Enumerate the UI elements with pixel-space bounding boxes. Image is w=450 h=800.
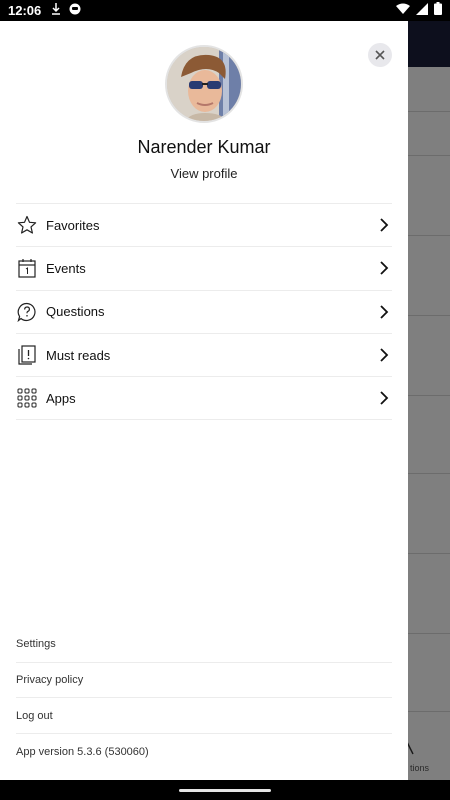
must-read-icon bbox=[17, 345, 37, 365]
profile-name: Narender Kumar bbox=[137, 137, 271, 157]
battery-icon bbox=[434, 1, 442, 20]
download-icon bbox=[51, 2, 61, 20]
chevron-right-icon bbox=[376, 304, 392, 320]
status-time: 12:06 bbox=[8, 3, 42, 18]
star-icon bbox=[17, 215, 37, 235]
menu-item-label: Events bbox=[46, 260, 86, 276]
chevron-right-icon bbox=[376, 390, 392, 406]
settings-link[interactable]: Settings bbox=[16, 627, 392, 663]
wifi-icon bbox=[396, 2, 410, 20]
navigation-drawer: Narender Kumar View profile Favorites Ev… bbox=[0, 21, 408, 780]
avatar[interactable] bbox=[165, 45, 243, 123]
calendar-icon bbox=[17, 258, 37, 279]
menu-item-label: Favorites bbox=[46, 217, 100, 233]
apps-grid-icon bbox=[17, 388, 37, 408]
privacy-policy-link[interactable]: Privacy policy bbox=[16, 663, 392, 699]
menu-item-label: Questions bbox=[46, 304, 105, 320]
avatar-photo bbox=[167, 47, 241, 121]
menu-item-label: Must reads bbox=[46, 347, 111, 363]
drawer-footer: Settings Privacy policy Log out App vers… bbox=[16, 627, 392, 770]
status-bar: 12:06 bbox=[0, 0, 450, 21]
view-profile-link[interactable]: View profile bbox=[0, 166, 408, 181]
close-icon bbox=[375, 47, 385, 63]
question-bubble-icon bbox=[17, 302, 37, 322]
menu-item-must-reads[interactable]: Must reads bbox=[16, 334, 392, 378]
drawer-menu: Favorites Events Questions Must reads Ap… bbox=[16, 203, 392, 421]
menu-item-apps[interactable]: Apps bbox=[16, 377, 392, 421]
menu-item-favorites[interactable]: Favorites bbox=[16, 204, 392, 248]
menu-item-events[interactable]: Events bbox=[16, 247, 392, 291]
app-notification-icon bbox=[69, 2, 81, 20]
cell-signal-icon bbox=[416, 2, 428, 20]
chevron-right-icon bbox=[376, 347, 392, 363]
close-drawer-button[interactable] bbox=[368, 43, 392, 67]
navigation-bar bbox=[0, 780, 450, 800]
menu-item-label: Apps bbox=[46, 390, 76, 406]
chevron-right-icon bbox=[376, 217, 392, 233]
home-gesture-handle[interactable] bbox=[179, 789, 271, 792]
menu-item-questions[interactable]: Questions bbox=[16, 291, 392, 334]
chevron-right-icon bbox=[376, 260, 392, 276]
app-version-text: App version 5.3.6 (530060) bbox=[16, 745, 149, 758]
log-out-link[interactable]: Log out bbox=[16, 698, 392, 735]
